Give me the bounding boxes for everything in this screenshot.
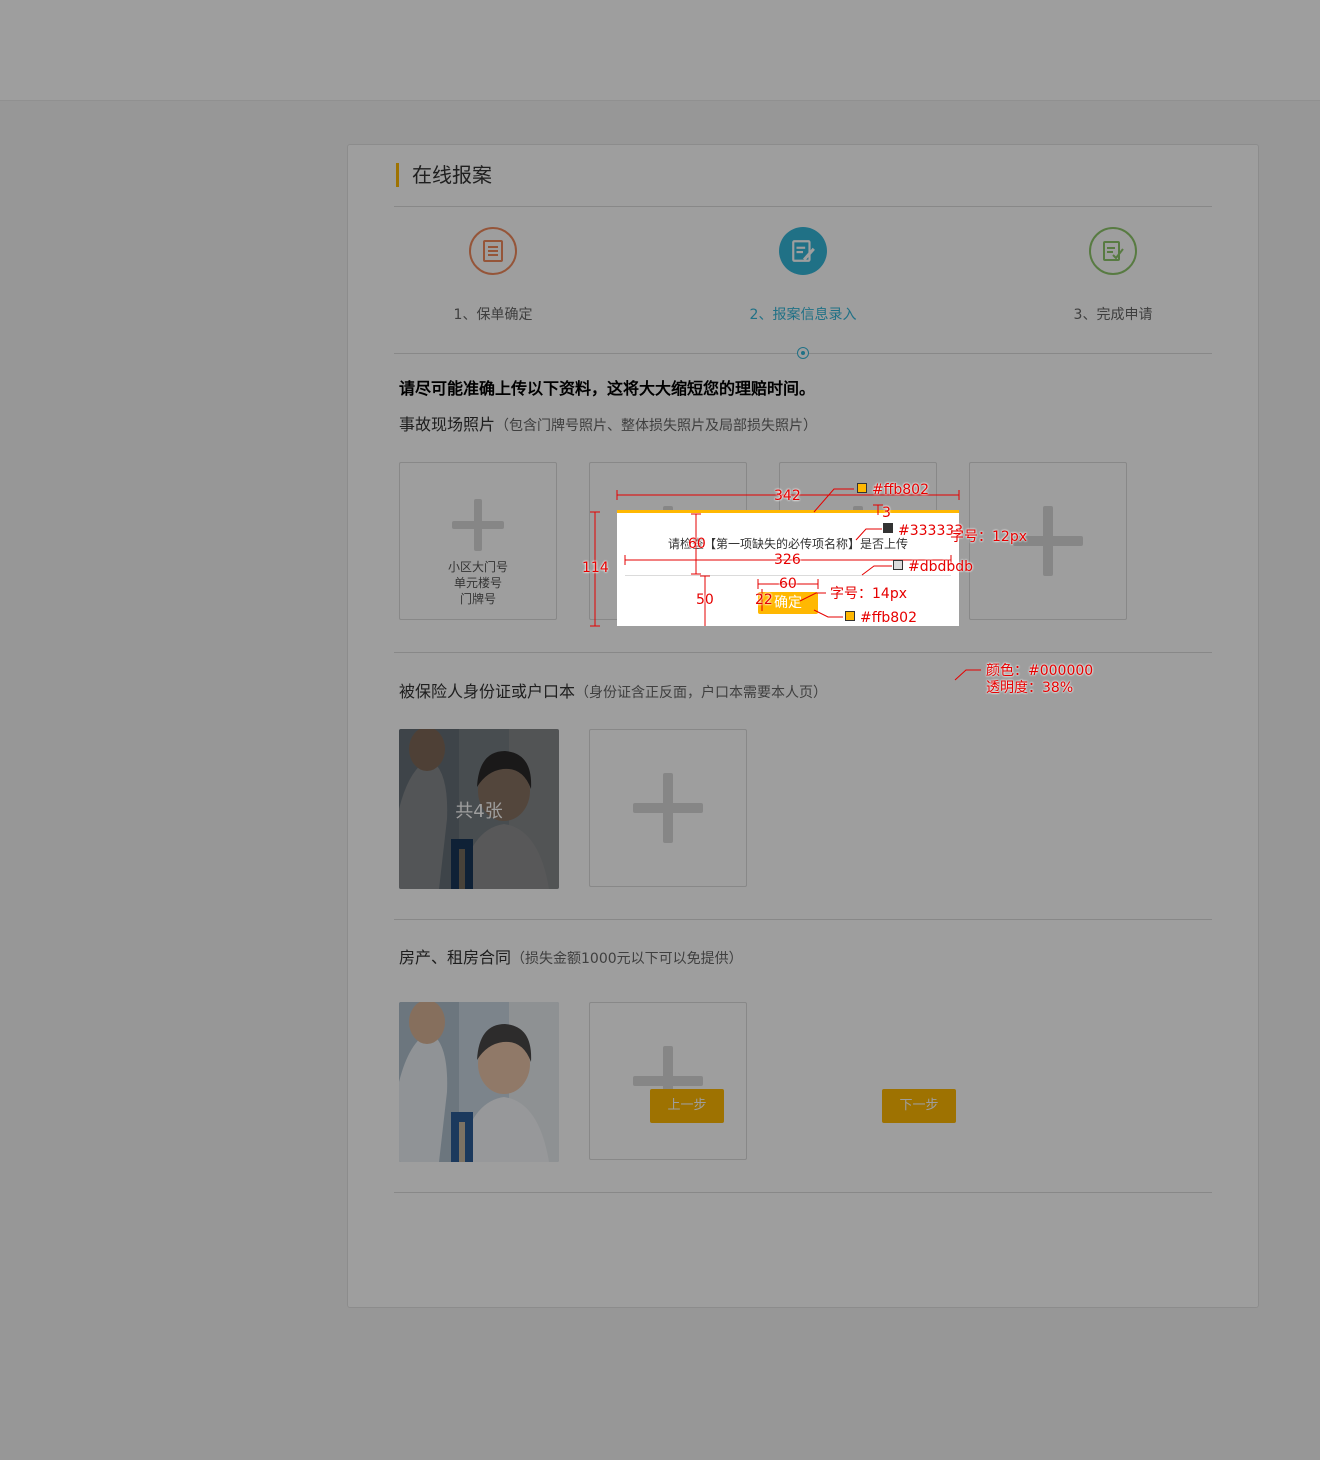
dialog-ok-button[interactable]: 确定	[758, 592, 818, 614]
modal-mask[interactable]	[0, 0, 1320, 1460]
confirm-dialog: 请检查【第一项缺失的必传项名称】是否上传 确定	[617, 510, 959, 626]
dialog-divider	[625, 575, 951, 576]
dialog-message: 请检查【第一项缺失的必传项名称】是否上传	[667, 537, 909, 551]
